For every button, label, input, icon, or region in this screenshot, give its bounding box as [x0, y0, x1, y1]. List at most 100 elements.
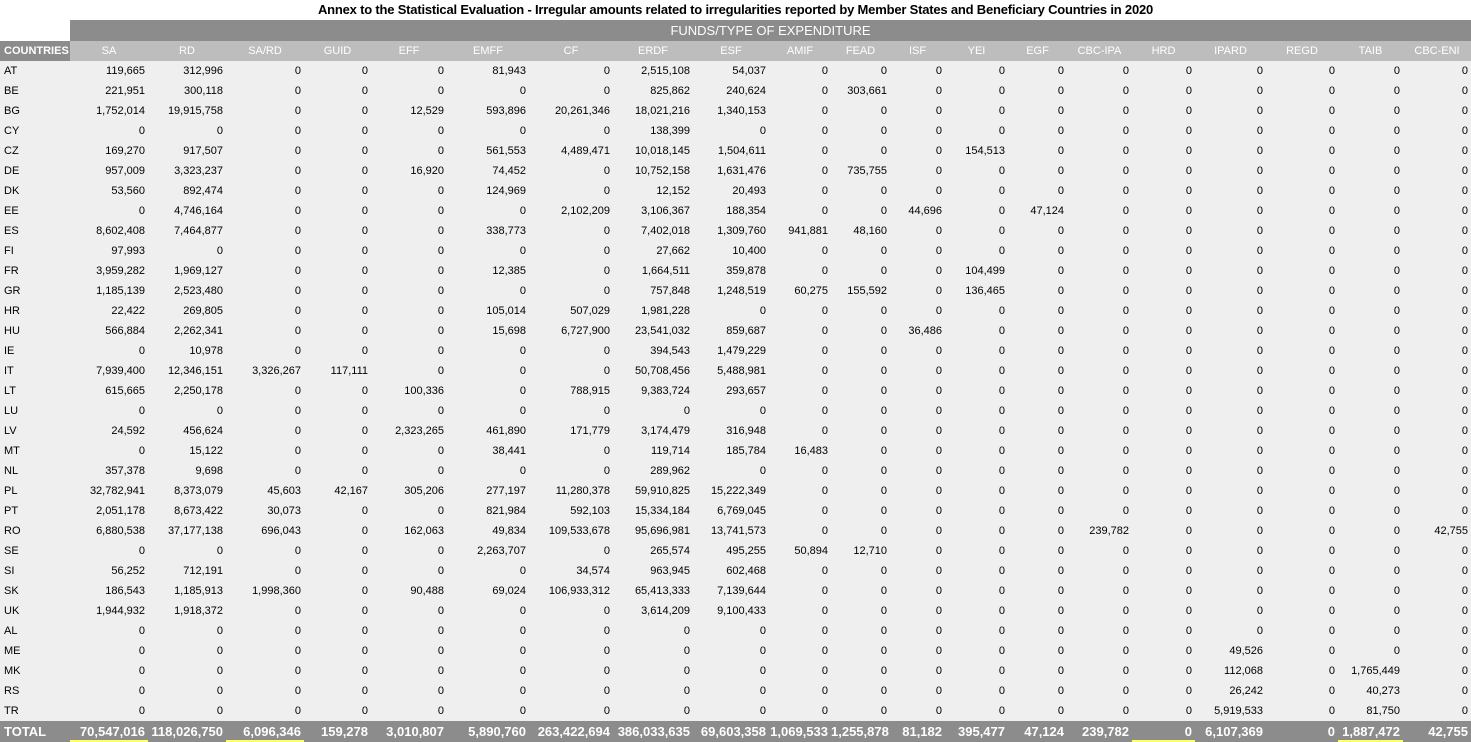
table-cell: 0: [1403, 281, 1471, 301]
table-cell: 0: [1266, 301, 1338, 321]
table-cell: 0: [693, 621, 769, 641]
table-cell: 0: [371, 641, 447, 661]
table-cell: 0: [529, 461, 613, 481]
table-cell: 0: [447, 681, 529, 701]
table-cell: 0: [371, 261, 447, 281]
table-cell: 0: [1266, 281, 1338, 301]
table-cell: 0: [1338, 521, 1403, 541]
table-cell: 0: [304, 61, 371, 81]
table-cell: 9,698: [148, 461, 226, 481]
table-cell: 2,250,178: [148, 381, 226, 401]
table-cell: 0: [304, 281, 371, 301]
table-cell: 8,373,079: [148, 481, 226, 501]
table-cell: 1,918,372: [148, 601, 226, 621]
country-code: MT: [0, 441, 70, 461]
table-cell: 0: [831, 321, 890, 341]
table-cell: 10,752,158: [613, 161, 693, 181]
table-cell: 3,323,237: [148, 161, 226, 181]
table-cell: 42,755: [1403, 521, 1471, 541]
table-cell: 0: [769, 601, 831, 621]
table-cell: 0: [890, 281, 945, 301]
table-cell: 0: [890, 381, 945, 401]
total-cell: 69,603,358: [693, 721, 769, 742]
table-cell: 0: [226, 441, 304, 461]
table-cell: 0: [371, 201, 447, 221]
total-cell: 159,278: [304, 721, 371, 742]
country-code: CY: [0, 121, 70, 141]
table-cell: 0: [890, 461, 945, 481]
table-cell: 0: [831, 621, 890, 641]
table-cell: 7,464,877: [148, 221, 226, 241]
table-cell: 0: [447, 641, 529, 661]
table-cell: 0: [304, 401, 371, 421]
table-cell: 0: [613, 401, 693, 421]
table-cell: 0: [613, 661, 693, 681]
table-cell: 44,696: [890, 201, 945, 221]
table-cell: 757,848: [613, 281, 693, 301]
table-cell: 0: [1338, 501, 1403, 521]
table-cell: 461,890: [447, 421, 529, 441]
table-cell: 0: [304, 301, 371, 321]
table-cell: 0: [1067, 201, 1132, 221]
table-cell: 0: [1067, 381, 1132, 401]
table-cell: 0: [1067, 641, 1132, 661]
table-cell: 0: [1008, 161, 1067, 181]
table-cell: 0: [226, 241, 304, 261]
table-cell: 0: [1132, 621, 1195, 641]
table-cell: 0: [304, 681, 371, 701]
table-cell: 0: [831, 361, 890, 381]
table-cell: 0: [945, 61, 1008, 81]
table-cell: 0: [1266, 441, 1338, 461]
table-cell: 0: [1195, 61, 1266, 81]
table-cell: 0: [1403, 121, 1471, 141]
table-cell: 0: [831, 401, 890, 421]
table-cell: 9,383,724: [613, 381, 693, 401]
country-code: TR: [0, 701, 70, 721]
table-cell: 0: [890, 501, 945, 521]
table-cell: 1,944,932: [70, 601, 148, 621]
table-cell: 394,543: [613, 341, 693, 361]
table-cell: 32,782,941: [70, 481, 148, 501]
table-cell: 0: [1132, 441, 1195, 461]
country-code: NL: [0, 461, 70, 481]
table-cell: 0: [226, 561, 304, 581]
table-cell: 0: [1266, 201, 1338, 221]
table-cell: 0: [1266, 81, 1338, 101]
table-cell: 712,191: [148, 561, 226, 581]
table-cell: 0: [1132, 241, 1195, 261]
table-cell: 957,009: [70, 161, 148, 181]
table-cell: 0: [529, 441, 613, 461]
table-cell: 0: [371, 601, 447, 621]
table-cell: 0: [1403, 61, 1471, 81]
table-cell: 0: [1266, 601, 1338, 621]
table-cell: 0: [1195, 181, 1266, 201]
table-cell: 0: [1195, 241, 1266, 261]
table-cell: 0: [1008, 581, 1067, 601]
table-cell: 171,779: [529, 421, 613, 441]
table-cell: 0: [769, 681, 831, 701]
table-cell: 124,969: [447, 181, 529, 201]
table-cell: 0: [1067, 321, 1132, 341]
table-cell: 0: [1195, 161, 1266, 181]
table-cell: 0: [769, 381, 831, 401]
table-cell: 23,541,032: [613, 321, 693, 341]
table-cell: 0: [371, 321, 447, 341]
table-cell: 495,255: [693, 541, 769, 561]
table-corner: [0, 20, 70, 41]
table-cell: 0: [831, 641, 890, 661]
table-cell: 0: [447, 561, 529, 581]
table-cell: 0: [945, 301, 1008, 321]
table-cell: 0: [1132, 401, 1195, 421]
table-cell: 0: [1403, 101, 1471, 121]
table-cell: 0: [769, 121, 831, 141]
table-cell: 0: [1403, 581, 1471, 601]
table-cell: 0: [447, 81, 529, 101]
table-cell: 0: [1008, 641, 1067, 661]
table-cell: 0: [769, 641, 831, 661]
table-cell: 0: [769, 661, 831, 681]
table-cell: 0: [529, 661, 613, 681]
table-cell: 106,933,312: [529, 581, 613, 601]
table-cell: 0: [1266, 101, 1338, 121]
country-code: GR: [0, 281, 70, 301]
table-cell: 48,160: [831, 221, 890, 241]
